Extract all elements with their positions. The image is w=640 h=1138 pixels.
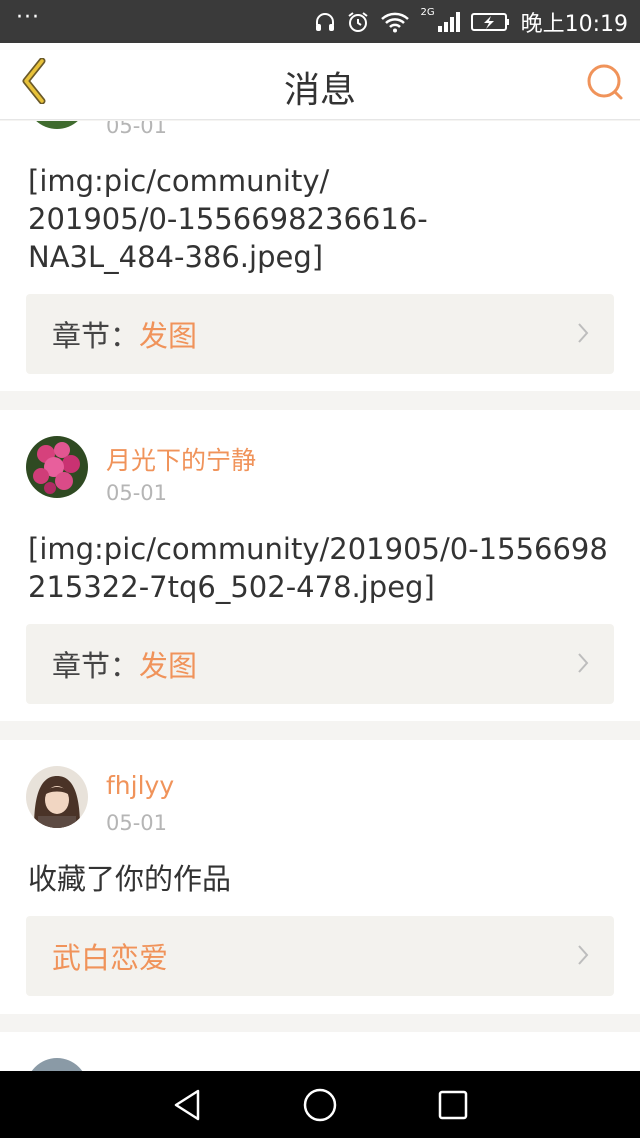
status-icons: 2G 晚上10:19 xyxy=(314,6,628,38)
ref-label: 章节： xyxy=(52,319,140,353)
username[interactable]: 月光下的宁静 xyxy=(106,441,256,477)
nav-home-button[interactable] xyxy=(290,1075,350,1135)
avatar[interactable] xyxy=(26,436,88,498)
battery-charging-icon xyxy=(470,11,511,33)
avatar[interactable] xyxy=(26,766,88,828)
ref-value: 发图 xyxy=(139,319,198,353)
work-title: 武白恋爱 xyxy=(52,941,169,975)
status-bar: ··· 2G 晚上10:19 xyxy=(0,0,640,43)
square-recents-icon xyxy=(439,1090,468,1119)
work-link[interactable]: 武白恋爱 xyxy=(26,916,614,996)
chevron-right-icon xyxy=(578,945,589,965)
message-content: [img:pic/community/ 201905/0-15566982366… xyxy=(28,164,428,274)
page-title: 消息 xyxy=(283,70,356,111)
chapter-link[interactable]: 章节： 发图 xyxy=(26,624,614,704)
message-card: 05-01 [img:pic/community/ 201905/0-15566… xyxy=(0,121,640,391)
message-date: 05-01 xyxy=(106,811,168,835)
message-date: 05-01 xyxy=(106,481,168,505)
message-card xyxy=(0,1032,640,1071)
alarm-icon xyxy=(346,10,370,34)
screen: ··· 2G 晚上10:19 消息 05-01 [img:pic/communi… xyxy=(0,0,640,1138)
message-feed[interactable]: 05-01 [img:pic/community/ 201905/0-15566… xyxy=(0,121,640,1071)
headphones-icon xyxy=(314,11,336,33)
message-card: fhjlyy 05-01 收藏了你的作品 武白恋爱 xyxy=(0,740,640,1014)
circle-home-icon xyxy=(303,1088,337,1121)
message-card: 月光下的宁静 05-01 [img:pic/community/201905/0… xyxy=(0,410,640,721)
search-icon xyxy=(587,64,623,100)
more-dots-icon: ··· xyxy=(16,5,40,30)
ref-value: 发图 xyxy=(139,649,198,683)
search-button[interactable] xyxy=(584,61,626,103)
message-content: 收藏了你的作品 xyxy=(28,862,232,896)
wifi-icon xyxy=(380,11,410,33)
chapter-link[interactable]: 章节： 发图 xyxy=(26,294,614,374)
signal-icon xyxy=(437,11,461,33)
message-content: [img:pic/community/201905/0-155669821532… xyxy=(28,532,608,604)
message-date: 05-01 xyxy=(106,121,168,138)
chevron-right-icon xyxy=(578,653,589,673)
ref-label: 章节： xyxy=(52,649,140,683)
chevron-right-icon xyxy=(578,323,589,343)
avatar[interactable] xyxy=(26,121,88,129)
network-type: 2G xyxy=(420,7,435,18)
system-nav-bar xyxy=(0,1071,640,1138)
avatar[interactable] xyxy=(26,1058,88,1071)
nav-back-button[interactable] xyxy=(157,1075,217,1135)
clock: 晚上10:19 xyxy=(520,11,628,37)
app-header: 消息 xyxy=(0,43,640,120)
triangle-back-icon xyxy=(174,1089,199,1120)
username[interactable]: fhjlyy xyxy=(106,771,174,800)
nav-recents-button[interactable] xyxy=(423,1075,483,1135)
